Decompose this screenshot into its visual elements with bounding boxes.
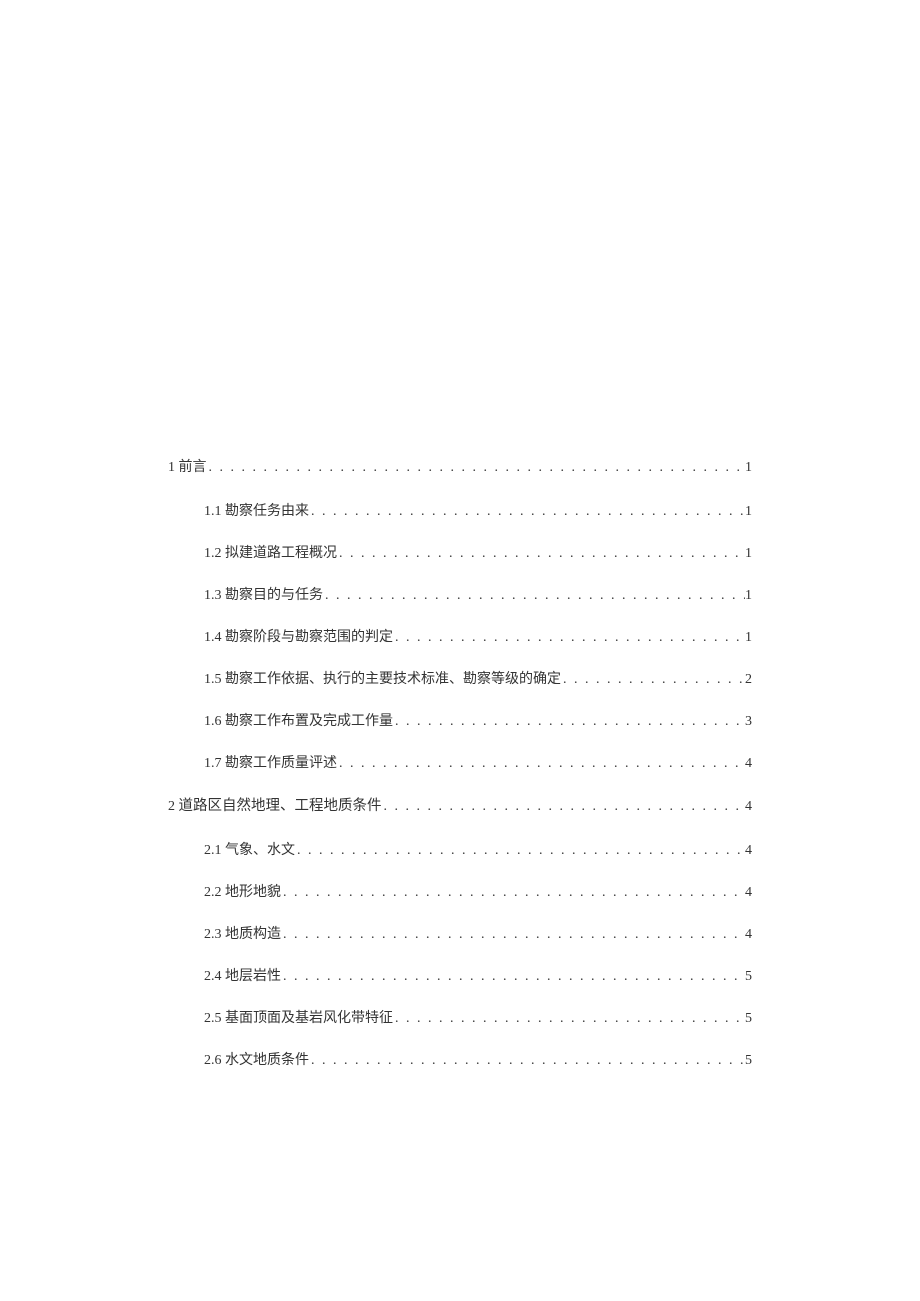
toc-entry-page: 3 [745,714,752,730]
toc-leader-dots: . . . . . . . . . . . . . . . . . . . . … [281,927,745,943]
toc-leader-dots: . . . . . . . . . . . . . . . . . . . . … [337,756,745,772]
toc-entry-title: 2.1 气象、水文 [204,839,295,859]
toc-entry-page: 4 [745,799,752,815]
toc-entry-title: 1.6 勘察工作布置及完成工作量 [204,710,393,730]
toc-entry-title: 1.2 拟建道路工程概况 [204,542,337,562]
toc-entry: 2.2 地形地貌 . . . . . . . . . . . . . . . .… [168,881,752,901]
toc-entry-title: 1.7 勘察工作质量评述 [204,752,337,772]
toc-entry-title: 2.2 地形地貌 [204,881,281,901]
toc-entry-title: 2.6 水文地质条件 [204,1049,309,1069]
toc-leader-dots: . . . . . . . . . . . . . . . . . . . . … [309,504,745,520]
toc-leader-dots: . . . . . . . . . . . . . . . . . . . . … [561,672,745,688]
toc-entry-page: 1 [745,460,752,476]
toc-leader-dots: . . . . . . . . . . . . . . . . . . . . … [393,714,745,730]
toc-entry: 1.5 勘察工作依据、执行的主要技术标准、勘察等级的确定 . . . . . .… [168,668,752,688]
toc-entry: 1.1 勘察任务由来 . . . . . . . . . . . . . . .… [168,500,752,520]
toc-entry-page: 2 [745,672,752,688]
toc-leader-dots: . . . . . . . . . . . . . . . . . . . . … [309,1053,745,1069]
toc-entry-page: 4 [745,885,752,901]
toc-entry: 2.1 气象、水文 . . . . . . . . . . . . . . . … [168,839,752,859]
toc-entry: 1.2 拟建道路工程概况 . . . . . . . . . . . . . .… [168,542,752,562]
toc-entry: 2.6 水文地质条件 . . . . . . . . . . . . . . .… [168,1049,752,1069]
toc-entry-page: 4 [745,927,752,943]
toc-entry-page: 1 [745,630,752,646]
toc-entry-page: 5 [745,1053,752,1069]
toc-leader-dots: . . . . . . . . . . . . . . . . . . . . … [281,969,745,985]
toc-entry-title-text: 道路区自然地理、工程地质条件 [179,798,382,814]
toc-entry: 2 道路区自然地理、工程地质条件 . . . . . . . . . . . .… [168,794,752,815]
toc-entry-title: 1 前言 [168,456,207,476]
toc-entry-title: 2.3 地质构造 [204,923,281,943]
toc-entry-title: 1.5 勘察工作依据、执行的主要技术标准、勘察等级的确定 [204,668,561,688]
toc-entry: 2.4 地层岩性 . . . . . . . . . . . . . . . .… [168,965,752,985]
toc-entry-page: 4 [745,843,752,859]
toc-entry-title: 2.4 地层岩性 [204,965,281,985]
toc-entry-title: 2 道路区自然地理、工程地质条件 [168,794,382,815]
toc-entry: 2.3 地质构造 . . . . . . . . . . . . . . . .… [168,923,752,943]
toc-entry: 2.5 基面顶面及基岩风化带特征 . . . . . . . . . . . .… [168,1007,752,1027]
toc-entry-page: 1 [745,504,752,520]
toc-entry: 1.4 勘察阶段与勘察范围的判定 . . . . . . . . . . . .… [168,626,752,646]
toc-entry-title: 2.5 基面顶面及基岩风化带特征 [204,1007,393,1027]
toc-leader-dots: . . . . . . . . . . . . . . . . . . . . … [337,546,745,562]
toc-entry-title: 1.1 勘察任务由来 [204,500,309,520]
toc-entry-page: 5 [745,1011,752,1027]
toc-entry: 1 前言 . . . . . . . . . . . . . . . . . .… [168,456,752,476]
toc-leader-dots: . . . . . . . . . . . . . . . . . . . . … [393,630,745,646]
toc-leader-dots: . . . . . . . . . . . . . . . . . . . . … [323,588,745,604]
toc-leader-dots: . . . . . . . . . . . . . . . . . . . . … [393,1011,745,1027]
toc-entry-page: 1 [745,588,752,604]
table-of-contents: 1 前言 . . . . . . . . . . . . . . . . . .… [168,456,752,1069]
toc-leader-dots: . . . . . . . . . . . . . . . . . . . . … [207,460,746,476]
toc-entry: 1.7 勘察工作质量评述 . . . . . . . . . . . . . .… [168,752,752,772]
toc-entry-title: 1.4 勘察阶段与勘察范围的判定 [204,626,393,646]
toc-entry-page: 5 [745,969,752,985]
toc-entry-page: 4 [745,756,752,772]
toc-entry: 1.3 勘察目的与任务 . . . . . . . . . . . . . . … [168,584,752,604]
toc-leader-dots: . . . . . . . . . . . . . . . . . . . . … [382,799,746,815]
toc-leader-dots: . . . . . . . . . . . . . . . . . . . . … [281,885,745,901]
toc-entry-title: 1.3 勘察目的与任务 [204,584,323,604]
toc-leader-dots: . . . . . . . . . . . . . . . . . . . . … [295,843,745,859]
toc-entry: 1.6 勘察工作布置及完成工作量 . . . . . . . . . . . .… [168,710,752,730]
toc-entry-page: 1 [745,546,752,562]
